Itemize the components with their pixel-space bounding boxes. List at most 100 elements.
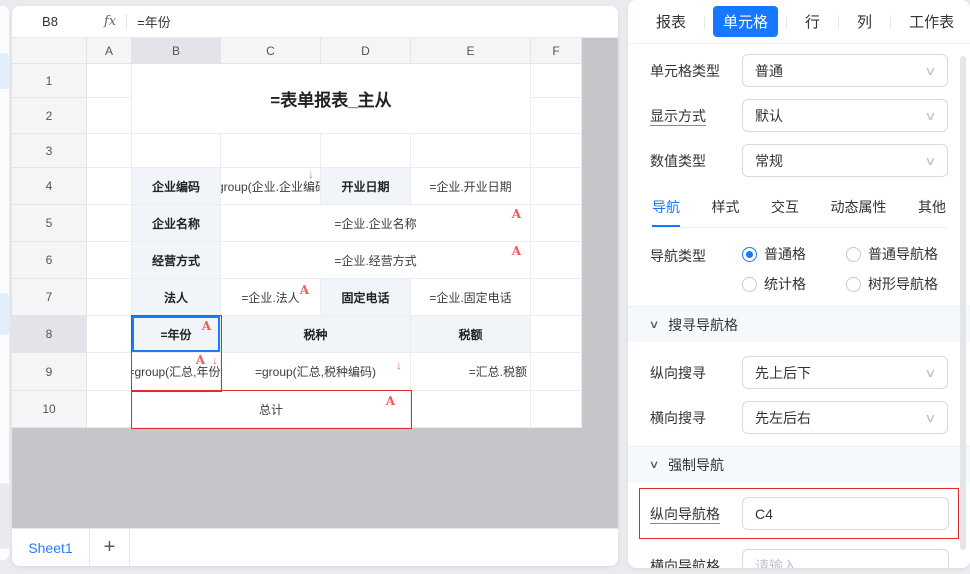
- cell-title-b1e2[interactable]: =表单报表_主从: [132, 64, 531, 134]
- cell-c7[interactable]: =企业.法人 A: [221, 279, 321, 316]
- radio-normal-nav-cell[interactable]: 普通导航格: [846, 244, 948, 264]
- horizontal-search-select[interactable]: 先左后右 ∨: [742, 401, 948, 434]
- cell-b6[interactable]: 经营方式: [132, 242, 221, 279]
- cell-f9[interactable]: [531, 353, 582, 391]
- left-edge-panel[interactable]: [0, 6, 9, 560]
- sheet-tab-sheet1[interactable]: Sheet1: [12, 529, 90, 566]
- row-header-6[interactable]: 6: [12, 242, 87, 279]
- cell-b4[interactable]: 企业编码: [132, 168, 221, 205]
- formula-input[interactable]: =年份: [137, 12, 171, 31]
- panel-scrollbar[interactable]: [960, 56, 966, 550]
- cell-e9[interactable]: =汇总.税额: [411, 353, 531, 391]
- cell-f3[interactable]: [531, 134, 582, 168]
- cell-type-select[interactable]: 普通 ∨: [742, 54, 948, 87]
- col-header-b[interactable]: B: [132, 38, 221, 64]
- tab-cell[interactable]: 单元格: [713, 6, 778, 37]
- add-sheet-button[interactable]: +: [90, 529, 130, 566]
- cell-f1[interactable]: [531, 64, 582, 98]
- cell-e8[interactable]: 税额: [411, 316, 531, 353]
- corner-select-all[interactable]: [12, 38, 87, 64]
- tab-column[interactable]: 列: [847, 6, 882, 37]
- cell-e3[interactable]: [411, 134, 531, 168]
- cell-reference-box[interactable]: B8: [12, 14, 88, 29]
- subtab-style[interactable]: 样式: [710, 191, 742, 227]
- col-header-f[interactable]: F: [531, 38, 582, 64]
- col-header-d[interactable]: D: [321, 38, 411, 64]
- section-search-nav[interactable]: ∨ 搜寻导航格: [628, 306, 970, 342]
- cell-b7[interactable]: 法人: [132, 279, 221, 316]
- section-force-nav[interactable]: ∨ 强制导航: [628, 446, 970, 482]
- cell-a3[interactable]: [87, 134, 132, 168]
- cell-f7[interactable]: [531, 279, 582, 316]
- display-mode-select[interactable]: 默认 ∨: [742, 99, 948, 132]
- cell-c3[interactable]: [221, 134, 321, 168]
- row-header-1[interactable]: 1: [12, 64, 87, 98]
- number-type-select[interactable]: 常规 ∨: [742, 144, 948, 177]
- radio-normal-cell[interactable]: 普通格: [742, 244, 846, 264]
- cell-a5[interactable]: [87, 205, 132, 242]
- radio-tree-nav-cell[interactable]: 树形导航格: [846, 274, 948, 294]
- cell-a2[interactable]: [87, 98, 132, 134]
- cell-f10[interactable]: [531, 391, 582, 428]
- cell-b9[interactable]: =group(汇总,年份) A ↓: [132, 353, 221, 391]
- properties-panel: 报表 单元格 行 列 工作表 单元格类型 普通 ∨ 显示方式 默认 ∨ 数值类型: [628, 0, 970, 568]
- cell-b8-selected[interactable]: =年份 A: [132, 316, 221, 353]
- cell-d4[interactable]: 开业日期: [321, 168, 411, 205]
- row-header-5[interactable]: 5: [12, 205, 87, 242]
- vertical-nav-cell-input[interactable]: [742, 497, 949, 530]
- cell-e10[interactable]: [411, 391, 531, 428]
- row-header-8[interactable]: 8: [12, 316, 87, 353]
- row-header-3[interactable]: 3: [12, 134, 87, 168]
- row-header-7[interactable]: 7: [12, 279, 87, 316]
- cell-c9d9[interactable]: =group(汇总,税种编码) ↓: [221, 353, 411, 391]
- vertical-search-select[interactable]: 先上后下 ∨: [742, 356, 948, 389]
- col-header-e[interactable]: E: [411, 38, 531, 64]
- radio-label: 统计格: [764, 274, 806, 294]
- cell-d7[interactable]: 固定电话: [321, 279, 411, 316]
- cell-f8[interactable]: [531, 316, 582, 353]
- cell-f2[interactable]: [531, 98, 582, 134]
- radio-icon: [846, 277, 861, 292]
- radio-stat-cell[interactable]: 统计格: [742, 274, 846, 294]
- col-header-a[interactable]: A: [87, 38, 132, 64]
- cell-c8d8[interactable]: 税种: [221, 316, 411, 353]
- chevron-down-icon: ∨: [924, 109, 936, 123]
- cell-a9[interactable]: [87, 353, 132, 391]
- cell-c4[interactable]: =group(企业.企业编码) ↓: [221, 168, 321, 205]
- selected-value: 先上后下: [755, 363, 811, 383]
- cell-f4[interactable]: [531, 168, 582, 205]
- cell-b10d10[interactable]: 总计 A: [132, 391, 411, 428]
- cell-a6[interactable]: [87, 242, 132, 279]
- cell-c6e6[interactable]: =企业.经营方式 A: [221, 242, 531, 279]
- cell-a10[interactable]: [87, 391, 132, 428]
- cell-f6[interactable]: [531, 242, 582, 279]
- cell-a7[interactable]: [87, 279, 132, 316]
- cell-b3[interactable]: [132, 134, 221, 168]
- selected-value: 普通: [755, 61, 783, 81]
- cell-a8[interactable]: [87, 316, 132, 353]
- subtab-interaction[interactable]: 交互: [769, 191, 801, 227]
- cell-d3[interactable]: [321, 134, 411, 168]
- cell-f5[interactable]: [531, 205, 582, 242]
- display-mode-label: 显示方式: [650, 106, 742, 126]
- cell-e7[interactable]: =企业.固定电话: [411, 279, 531, 316]
- cell-a4[interactable]: [87, 168, 132, 205]
- cell-a1[interactable]: [87, 64, 132, 98]
- cell-e4[interactable]: =企业.开业日期: [411, 168, 531, 205]
- tab-row[interactable]: 行: [795, 6, 830, 37]
- row-header-9[interactable]: 9: [12, 353, 87, 391]
- row-header-2[interactable]: 2: [12, 98, 87, 134]
- nav-type-label: 导航类型: [650, 244, 742, 266]
- row-header-4[interactable]: 4: [12, 168, 87, 205]
- font-marker-icon: A: [512, 245, 521, 257]
- tab-worksheet[interactable]: 工作表: [899, 6, 964, 37]
- subtab-dynamic-props[interactable]: 动态属性: [829, 191, 889, 227]
- subtab-navigation[interactable]: 导航: [650, 191, 682, 227]
- tab-report[interactable]: 报表: [646, 6, 696, 37]
- subtab-other[interactable]: 其他: [916, 191, 948, 227]
- col-header-c[interactable]: C: [221, 38, 321, 64]
- cell-c5e5[interactable]: =企业.企业名称 A: [221, 205, 531, 242]
- cell-b5[interactable]: 企业名称: [132, 205, 221, 242]
- row-header-10[interactable]: 10: [12, 391, 87, 428]
- horizontal-nav-cell-input[interactable]: [742, 549, 949, 568]
